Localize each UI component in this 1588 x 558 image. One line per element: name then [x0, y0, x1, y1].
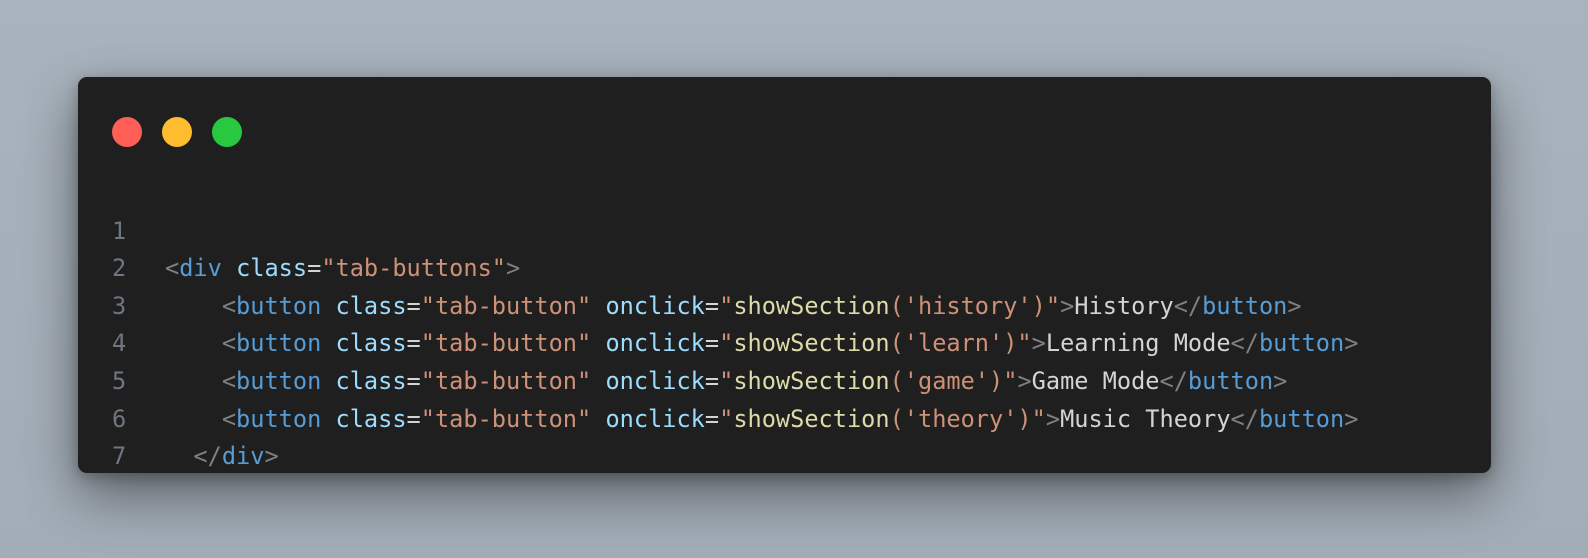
minimize-button-icon[interactable] — [162, 117, 192, 147]
line-number: 7 — [112, 442, 127, 471]
code-block: 1 <div class="tab-buttons"> 2 <button cl… — [78, 175, 1491, 471]
code-line: 2 <button class="tab-button" onclick="sh… — [78, 213, 1491, 320]
code-line: 4 <button class="tab-button" onclick="sh… — [78, 288, 1491, 395]
window-controls — [112, 117, 242, 147]
close-button-icon[interactable] — [112, 117, 142, 147]
maximize-button-icon[interactable] — [212, 117, 242, 147]
code-line: 7 — [78, 401, 1491, 470]
code-window: 1 <div class="tab-buttons"> 2 <button cl… — [78, 77, 1491, 473]
code-line: 1 <div class="tab-buttons"> — [78, 175, 1491, 283]
code-line: 6 </div> — [78, 363, 1491, 471]
code-line: 3 <button class="tab-button" onclick="sh… — [78, 250, 1491, 358]
code-line: 5 <button class="tab-button" onclick="sh… — [78, 325, 1491, 433]
line-code: </div> — [193, 442, 279, 471]
